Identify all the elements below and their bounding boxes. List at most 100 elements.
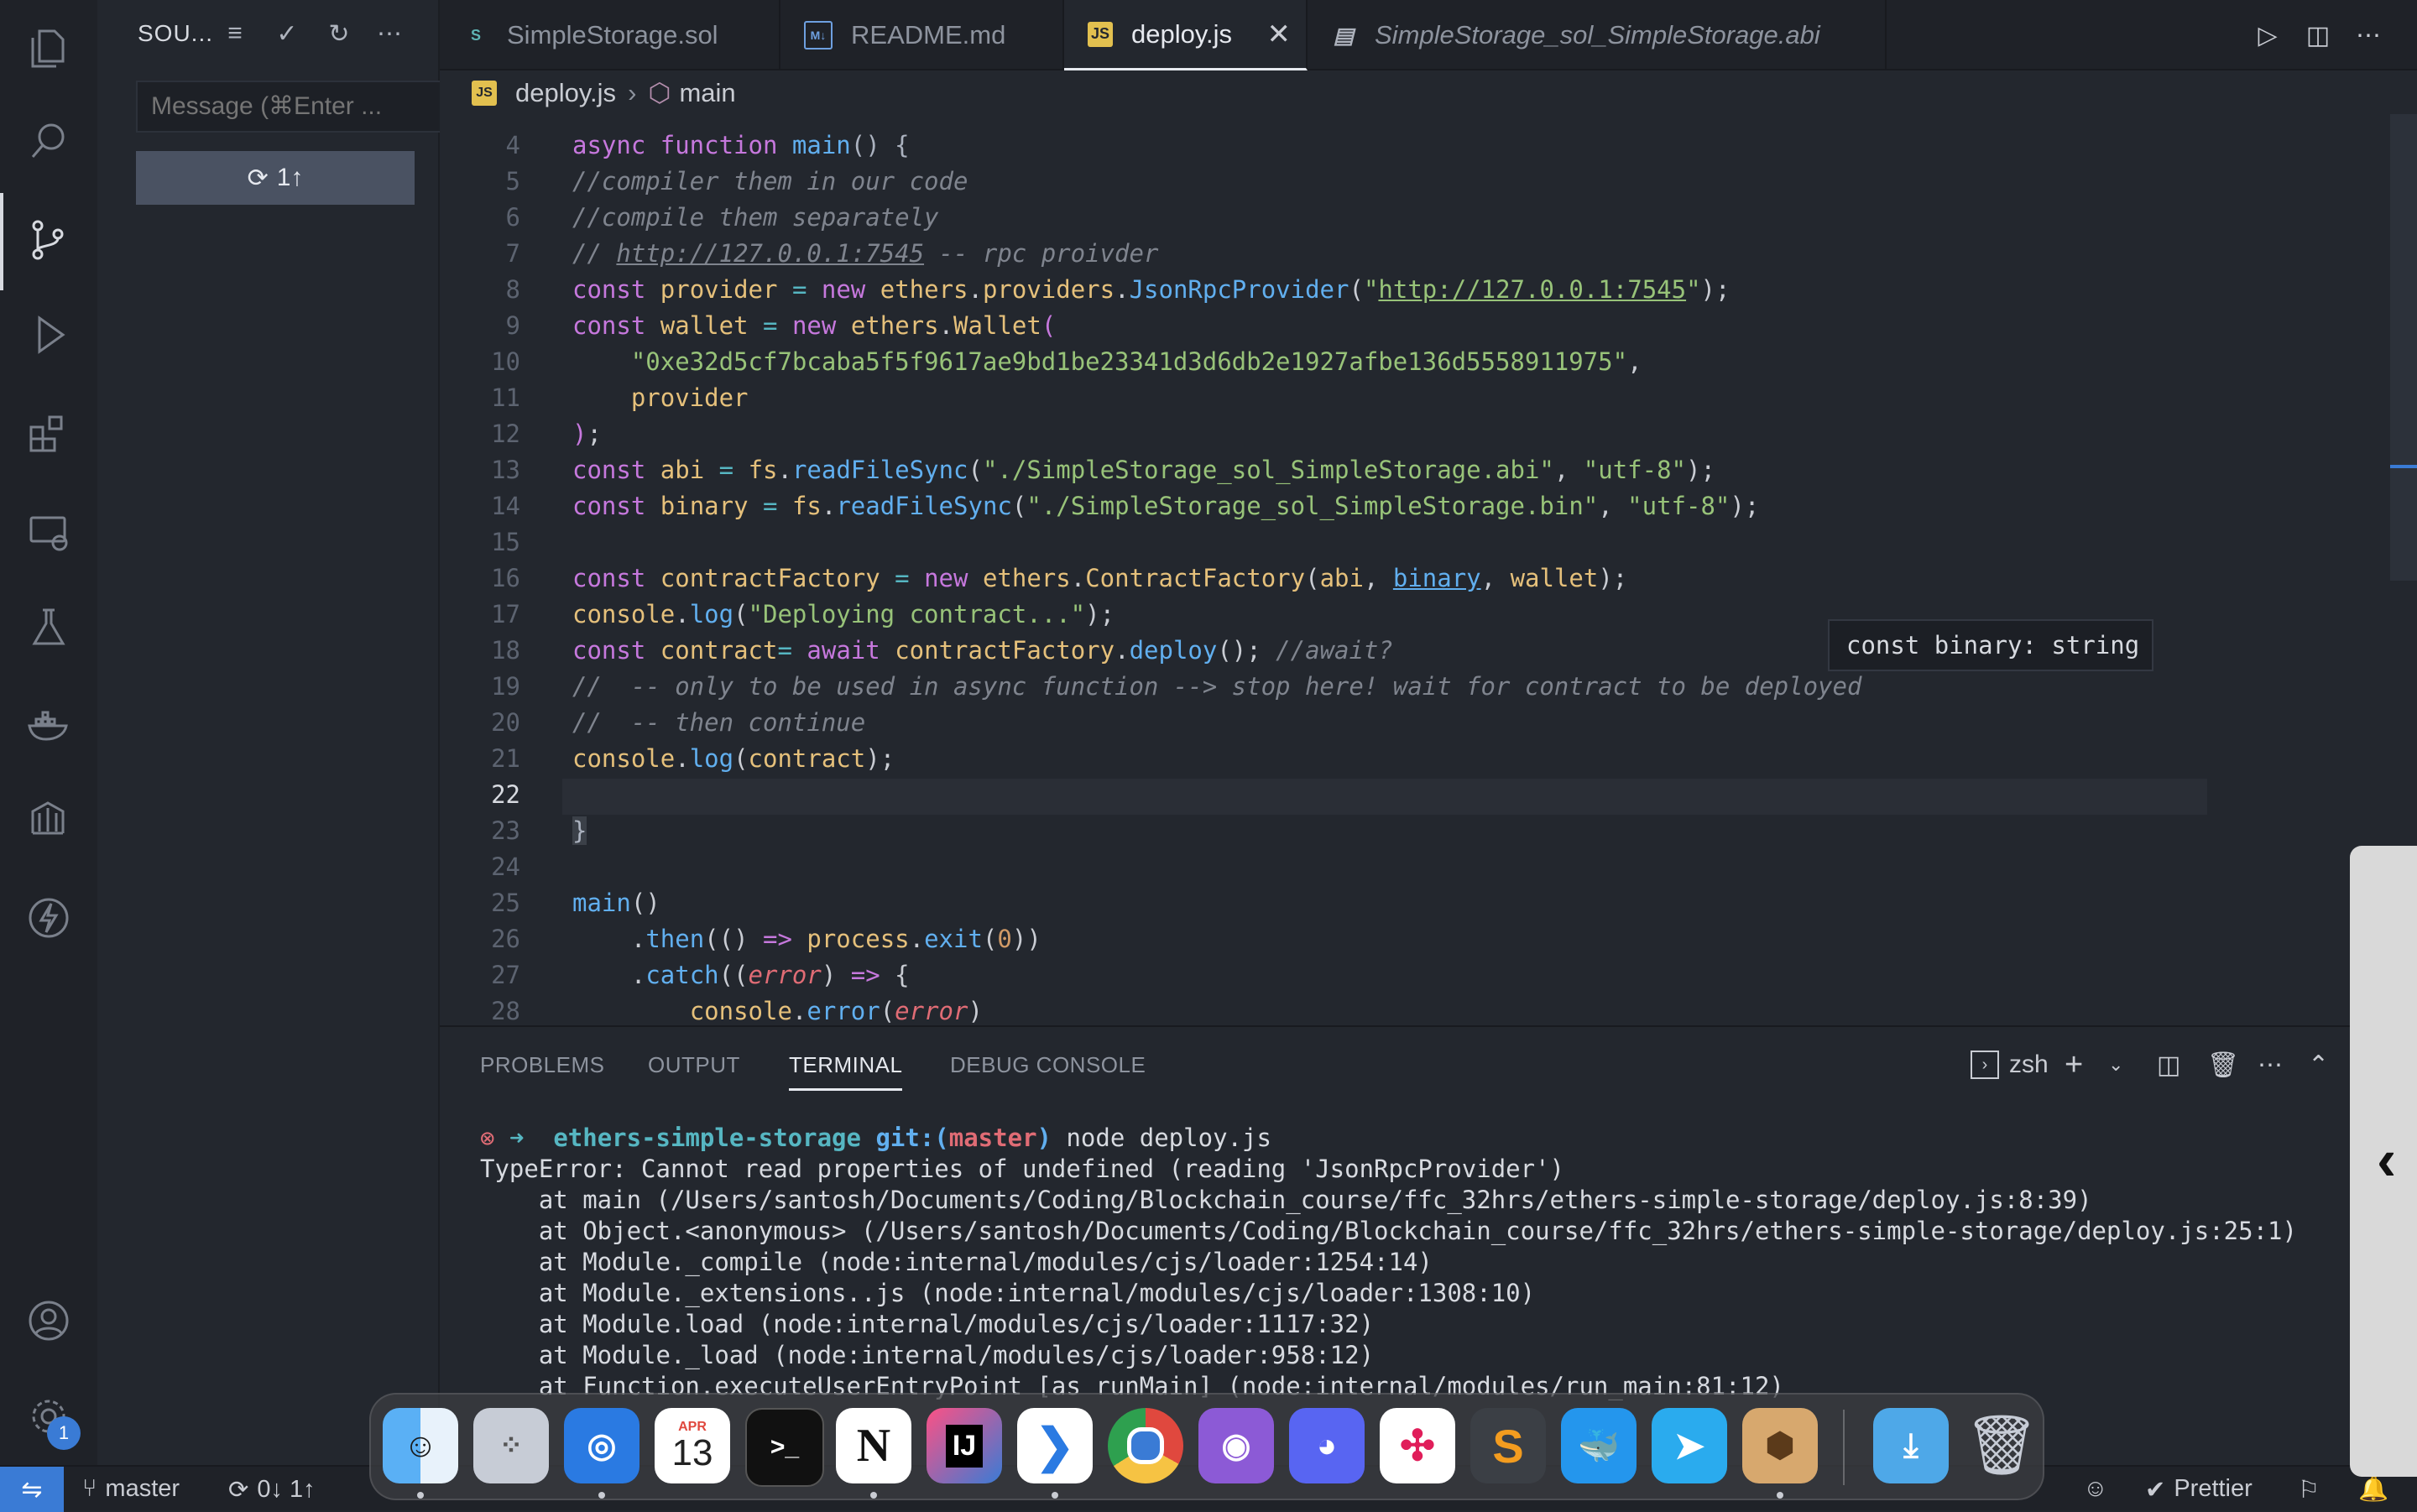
testing-icon[interactable] (18, 597, 79, 658)
hardhat-icon[interactable] (18, 790, 79, 851)
terminal-shell-selector[interactable]: › zsh (1971, 1045, 2049, 1084)
breadcrumb-file[interactable]: deploy.js (515, 78, 616, 108)
view-as-tree-icon[interactable]: ≡ (217, 15, 253, 52)
terminal-line: at main (/Users/santosh/Documents/Coding… (480, 1186, 2092, 1214)
shell-name: zsh (2009, 1051, 2049, 1078)
macos-dock: ☺ ⁘ ◎ APR 13 >_ N IJ ❯ ◉ ◕ ✣ S 🐳 ➤ ⬢ ⤓ 🗑 (369, 1393, 2044, 1500)
more-actions-icon[interactable]: ⋯ (371, 15, 408, 52)
tab-problems[interactable]: PROBLEMS (480, 1052, 605, 1078)
code-line: 27 .catch((error) => { (491, 961, 910, 989)
notion-icon[interactable]: N (836, 1408, 911, 1483)
extensions-icon[interactable] (18, 403, 79, 463)
terminal-line: at Module._load (node:internal/modules/c… (480, 1341, 1375, 1369)
run-icon[interactable]: ▷ (2247, 15, 2288, 55)
js-icon: JS (1088, 21, 1113, 47)
sublime-text-icon[interactable]: S (1470, 1408, 1546, 1483)
tab-abi-file[interactable]: ▤ SimpleStorage_sol_SimpleStorage.abi (1308, 0, 1887, 70)
tab-readme-md[interactable]: M↓ README.md (780, 0, 1064, 70)
tab-label: deploy.js (1131, 18, 1233, 49)
active-indicator (0, 193, 3, 290)
code-line: 7// http://127.0.0.1:7545 -- rpc proivde… (505, 239, 1159, 268)
activity-bar: 1 (0, 0, 97, 1465)
close-tab-icon[interactable]: ✕ (1267, 18, 1292, 51)
code-editor[interactable]: 4 async function main() { 5//compiler the… (440, 114, 2417, 1025)
chevron-down-icon[interactable]: ⌄ (2108, 1045, 2123, 1084)
editor-tab-bar: S SimpleStorage.sol M↓ README.md JS depl… (440, 0, 2417, 70)
terminal-output[interactable]: ⊗ ➜ ethers-simple-storage git:(master) n… (480, 1123, 2297, 1402)
more-actions-icon[interactable]: ⋯ (2258, 1045, 2283, 1084)
tab-terminal[interactable]: TERMINAL (789, 1052, 903, 1091)
calendar-icon[interactable]: APR 13 (655, 1408, 730, 1483)
tab-simplestorage-sol[interactable]: S SimpleStorage.sol (440, 0, 780, 70)
explorer-icon[interactable] (18, 18, 79, 79)
remote-explorer-icon[interactable] (18, 502, 79, 562)
search-icon[interactable] (18, 111, 79, 171)
code-line: 28 console.error(error) (491, 997, 983, 1025)
docker-app-icon[interactable]: 🐳 (1561, 1408, 1637, 1483)
terminal-line: at Module._compile (node:internal/module… (480, 1248, 1433, 1276)
terminal-app-icon[interactable]: >_ (745, 1408, 824, 1487)
code-line: 26 .then(() => process.exit(0)) (491, 925, 1041, 953)
code-line: 6//compile them separately (505, 203, 939, 232)
settings-badge: 1 (47, 1416, 81, 1450)
sync-status[interactable]: ⟳ 0↓ 1↑ (228, 1475, 316, 1504)
run-debug-icon[interactable] (18, 305, 79, 366)
new-terminal-icon[interactable]: + (2065, 1045, 2083, 1084)
prettier-status[interactable]: ✔ Prettier (2145, 1475, 2253, 1504)
terminal-line: TypeError: Cannot read properties of und… (480, 1155, 1565, 1183)
tab-output[interactable]: OUTPUT (648, 1052, 740, 1078)
code-line: 9 const wallet = new ethers.Wallet( (505, 311, 1057, 340)
source-control-icon[interactable] (18, 210, 79, 270)
launchpad-icon[interactable]: ⁘ (473, 1408, 549, 1483)
safari-icon[interactable]: ◎ (564, 1408, 639, 1483)
finder-icon[interactable]: ☺ (383, 1408, 458, 1483)
code-line: 8 const provider = new ethers.providers.J… (505, 275, 1731, 304)
branch-indicator[interactable]: ⑂ master (82, 1475, 180, 1503)
sync-changes-button[interactable]: ⟳ 1↑ (136, 151, 415, 205)
slack-icon[interactable]: ✣ (1380, 1408, 1455, 1483)
editor-scrollbar[interactable] (2390, 114, 2417, 581)
commit-check-icon[interactable]: ✓ (269, 15, 305, 52)
file-icon: ▤ (1333, 22, 1355, 48)
trash-icon[interactable]: 🗑 (1964, 1408, 2039, 1483)
prettier-label: Prettier (2174, 1475, 2253, 1502)
chrome-icon[interactable] (1108, 1408, 1183, 1483)
github-desktop-icon[interactable]: ◉ (1198, 1408, 1274, 1483)
tab-label: SimpleStorage.sol (507, 20, 718, 50)
side-panel-handle[interactable]: ‹ (2350, 846, 2417, 1477)
code-line: 4 async function main() { (505, 131, 910, 159)
split-editor-icon[interactable]: ◫ (2298, 15, 2338, 55)
source-control-sidebar: SOU... ≡ ✓ ↻ ⋯ ⟳ 1↑ (97, 0, 445, 1465)
commit-message-input[interactable] (136, 81, 445, 133)
solidity-icon: S (470, 26, 481, 44)
bell-icon[interactable]: 🔔 (2358, 1475, 2388, 1504)
refresh-icon[interactable]: ↻ (321, 15, 358, 52)
feedback-icon[interactable]: ⚐ (2298, 1475, 2320, 1504)
remote-indicator-icon[interactable]: ⇋ (0, 1467, 64, 1512)
tab-deploy-js[interactable]: JS deploy.js ✕ (1064, 0, 1308, 70)
telegram-icon[interactable]: ➤ (1652, 1408, 1727, 1483)
breadcrumb-symbol[interactable]: main (679, 78, 735, 108)
code-line: 13 const abi = fs.readFileSync("./SimpleS… (491, 456, 1715, 484)
cake-app-icon[interactable]: ⬢ (1742, 1408, 1818, 1483)
terminal-line: at Module.load (node:internal/modules/cj… (480, 1310, 1375, 1338)
copilot-icon[interactable]: ☺ (2083, 1475, 2108, 1503)
account-icon[interactable] (18, 1290, 79, 1351)
downloads-folder-icon[interactable]: ⤓ (1873, 1408, 1949, 1483)
tab-debug-console[interactable]: DEBUG CONSOLE (950, 1052, 1146, 1078)
maximize-panel-icon[interactable]: ⌃ (2308, 1045, 2329, 1084)
code-line: 10 "0xe32d5cf7bcaba5f5f9617ae9bd1be23341… (491, 347, 1642, 376)
hover-tooltip: const binary: string (1828, 619, 2153, 671)
lightning-icon[interactable] (18, 888, 79, 948)
code-line: 21 console.log(contract); (491, 744, 895, 773)
vscode-icon[interactable]: ❯ (1017, 1408, 1093, 1483)
sync-counts: 0↓ 1↑ (257, 1476, 316, 1503)
trash-icon[interactable]: 🗑 (2207, 1045, 2239, 1084)
docker-icon[interactable] (18, 695, 79, 755)
code-line: 5//compiler them in our code (505, 167, 968, 196)
sync-icon: ⟳ (247, 164, 269, 192)
more-actions-icon[interactable]: ⋯ (2348, 15, 2388, 55)
intellij-icon[interactable]: IJ (927, 1408, 1002, 1483)
split-terminal-icon[interactable]: ◫ (2157, 1045, 2180, 1084)
discord-icon[interactable]: ◕ (1289, 1408, 1365, 1483)
